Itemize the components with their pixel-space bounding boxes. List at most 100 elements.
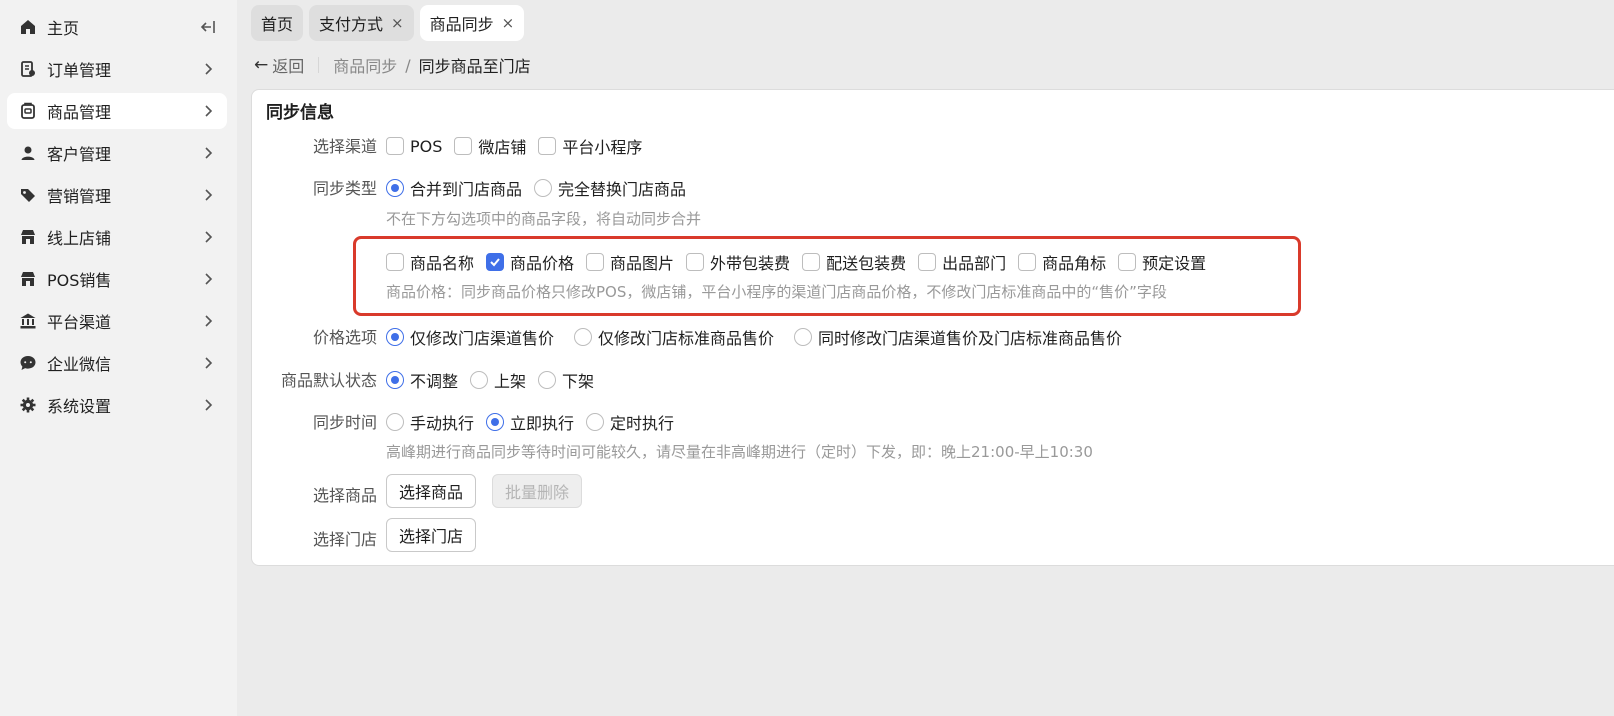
sidebar-item-label: 商品管理 [47,103,112,122]
tab-payment-methods[interactable]: 支付方式 × [309,5,414,41]
tag-icon [17,184,39,206]
checkbox-box[interactable] [802,253,821,271]
checkbox-box[interactable] [538,137,557,155]
batch-delete-button[interactable]: 批量删除 [492,474,583,508]
radio-circle[interactable] [486,413,505,431]
breadcrumb: ← 返回 商品同步 / 同步商品至门店 [254,52,531,78]
checkbox-production-dept[interactable]: 出品部门 [918,250,1006,274]
sidebar-item-pos-sales[interactable]: POS销售 [7,261,227,297]
checkbox-goods-image[interactable]: 商品图片 [586,250,674,274]
checkbox-pos[interactable]: POS [386,137,442,156]
checkbox-box[interactable] [486,253,505,271]
radio-circle[interactable] [534,179,553,197]
checkbox-reservation-settings[interactable]: 预定设置 [1118,250,1206,274]
close-icon[interactable]: × [391,14,404,32]
radio-channel-price-only[interactable]: 仅修改门店渠道售价 [386,325,554,349]
checkbox-delivery-packing-fee[interactable]: 配送包装费 [802,250,906,274]
checkbox-box[interactable] [1018,253,1037,271]
checkbox-box[interactable] [586,253,605,271]
checkbox-box[interactable] [686,253,705,271]
sidebar-item-label: 客户管理 [47,145,112,164]
option-label: 合并到门店商品 [410,180,523,199]
option-label: 手动执行 [410,414,475,433]
checkbox-mini-program[interactable]: 平台小程序 [538,134,642,158]
sidebar-item-label: POS销售 [47,271,112,290]
sync-field-options: 商品名称 商品价格 商品图片 外带包装费 配送包装费 出品部门 商品角标 预定设… [386,250,1218,274]
sidebar-item-label: 系统设置 [47,397,112,416]
tab-goods-sync[interactable]: 商品同步 × [419,5,525,41]
checkbox-box[interactable] [454,137,473,155]
radio-circle[interactable] [386,179,404,197]
option-label: POS [410,136,443,156]
sidebar-item-label: 主页 [47,19,80,38]
select-store-button[interactable]: 选择门店 [386,518,477,552]
checkbox-takeaway-packing-fee[interactable]: 外带包装费 [686,250,790,274]
divider [318,57,320,73]
radio-circle[interactable] [386,328,404,346]
radio-both-prices[interactable]: 同时修改门店渠道售价及门店标准商品售价 [794,325,1122,349]
radio-standard-price-only[interactable]: 仅修改门店标准商品售价 [574,325,774,349]
checkbox-box[interactable] [386,137,404,155]
checkbox-micro-store[interactable]: 微店铺 [454,134,526,158]
sidebar-item-orders[interactable]: 订单管理 [7,51,227,87]
option-label: 预定设置 [1142,254,1207,273]
option-label: 上架 [494,372,527,391]
channel-options: POS 微店铺 平台小程序 [386,134,654,158]
radio-off-shelf[interactable]: 下架 [538,368,594,392]
select-goods-label: 选择商品 [312,486,377,505]
sidebar-item-goods[interactable]: 商品管理 [7,93,227,129]
back-button[interactable]: ← 返回 [254,53,304,77]
sidebar-item-label: 营销管理 [47,187,112,206]
chevron-right-icon [199,102,217,120]
radio-no-change[interactable]: 不调整 [386,368,458,392]
checkbox-box[interactable] [918,253,937,271]
radio-manual[interactable]: 手动执行 [386,410,474,434]
radio-on-shelf[interactable]: 上架 [470,368,526,392]
option-label: 立即执行 [510,414,575,433]
sidebar-item-customers[interactable]: 客户管理 [7,135,227,171]
sidebar-item-online-store[interactable]: 线上店铺 [7,219,227,255]
collapse-sidebar-icon[interactable] [199,18,217,36]
option-label: 下架 [562,372,595,391]
sync-type-hint: 不在下方勾选项中的商品字段，将自动同步合并 [386,210,702,228]
home-icon [17,16,39,38]
chevron-right-icon [199,60,217,78]
tab-label: 首页 [261,15,294,34]
radio-circle[interactable] [538,371,557,389]
radio-merge[interactable]: 合并到门店商品 [386,176,522,200]
checkbox-box[interactable] [386,253,404,271]
radio-immediate[interactable]: 立即执行 [486,410,574,434]
chevron-right-icon [199,144,217,162]
radio-circle[interactable] [386,371,404,389]
radio-circle[interactable] [574,328,593,346]
radio-scheduled[interactable]: 定时执行 [586,410,674,434]
checkbox-goods-price[interactable]: 商品价格 [486,250,574,274]
sidebar-item-settings[interactable]: 系统设置 [7,387,227,423]
radio-circle[interactable] [386,413,404,431]
radio-circle[interactable] [794,328,813,346]
sidebar-item-platform-channels[interactable]: 平台渠道 [7,303,227,339]
checkbox-goods-name[interactable]: 商品名称 [386,250,474,274]
highlight-box [353,236,1301,316]
option-label: 外带包装费 [710,254,791,273]
checkbox-box[interactable] [1118,253,1137,271]
option-label: 平台小程序 [562,138,643,157]
radio-circle[interactable] [586,413,605,431]
checkbox-goods-badge[interactable]: 商品角标 [1018,250,1106,274]
sidebar-item-home[interactable]: 主页 [7,9,227,45]
sidebar-item-label: 平台渠道 [47,313,112,332]
option-label: 定时执行 [610,414,675,433]
sidebar-item-wecom[interactable]: 企业微信 [7,345,227,381]
select-goods-button[interactable]: 选择商品 [386,474,477,508]
radio-replace[interactable]: 完全替换门店商品 [534,176,686,200]
tab-home[interactable]: 首页 [251,5,304,41]
chevron-right-icon [199,228,217,246]
order-icon [17,58,39,80]
option-label: 配送包装费 [826,254,907,273]
breadcrumb-parent[interactable]: 商品同步 [333,53,397,77]
close-icon[interactable]: × [502,14,515,32]
sync-type-label: 同步类型 [312,179,377,198]
radio-circle[interactable] [470,371,489,389]
tab-bar: 首页 支付方式 × 商品同步 × [251,5,525,41]
sidebar-item-marketing[interactable]: 营销管理 [7,177,227,213]
